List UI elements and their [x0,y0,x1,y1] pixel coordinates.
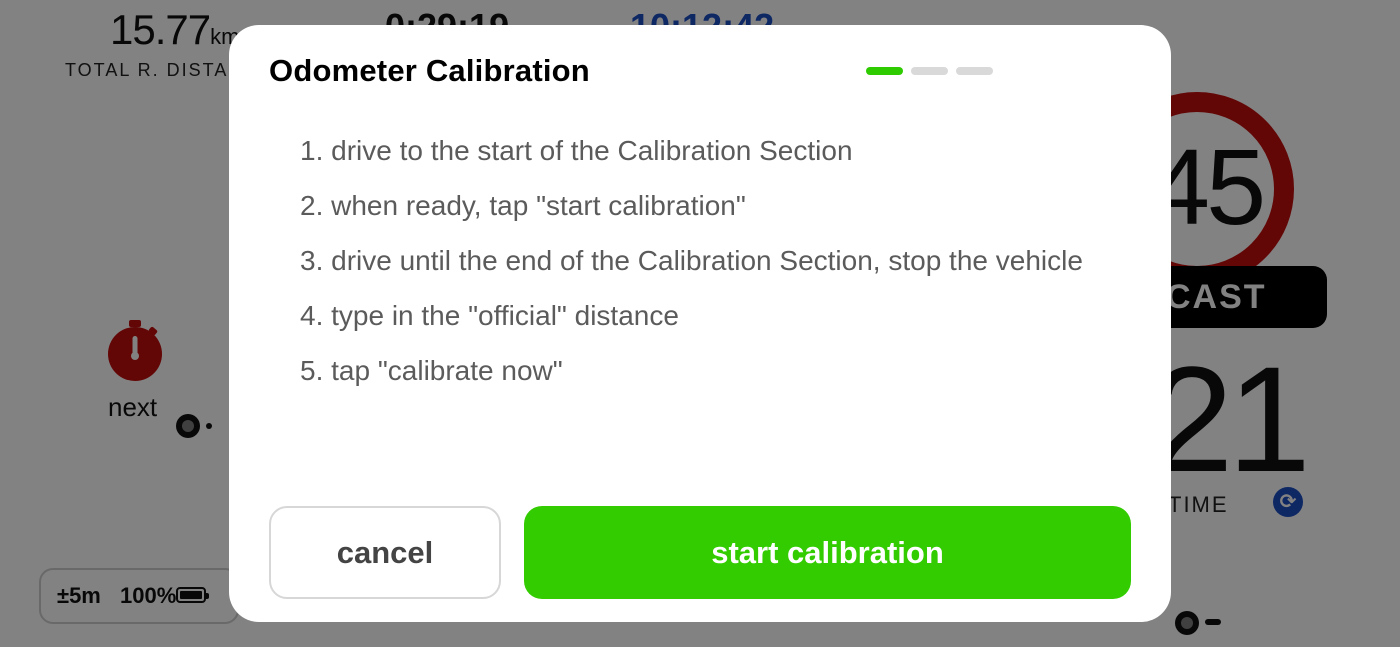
instruction-step-3: 3. drive until the end of the Calibratio… [300,245,1083,276]
dialog-title: Odometer Calibration [269,53,590,88]
step-dot-2 [911,67,948,75]
odometer-calibration-dialog: Odometer Calibration 1. drive to the sta… [229,25,1171,622]
instruction-step-2: 2. when ready, tap "start calibration" [300,190,746,221]
cancel-button[interactable]: cancel [269,506,501,599]
instruction-list: 1. drive to the start of the Calibration… [300,123,1083,398]
step-dot-3 [956,67,993,75]
step-indicator [866,67,996,75]
start-calibration-button[interactable]: start calibration [524,506,1131,599]
step-dot-1 [866,67,903,75]
instruction-step-4: 4. type in the "official" distance [300,300,679,331]
instruction-step-1: 1. drive to the start of the Calibration… [300,135,853,166]
instruction-step-5: 5. tap "calibrate now" [300,355,563,386]
